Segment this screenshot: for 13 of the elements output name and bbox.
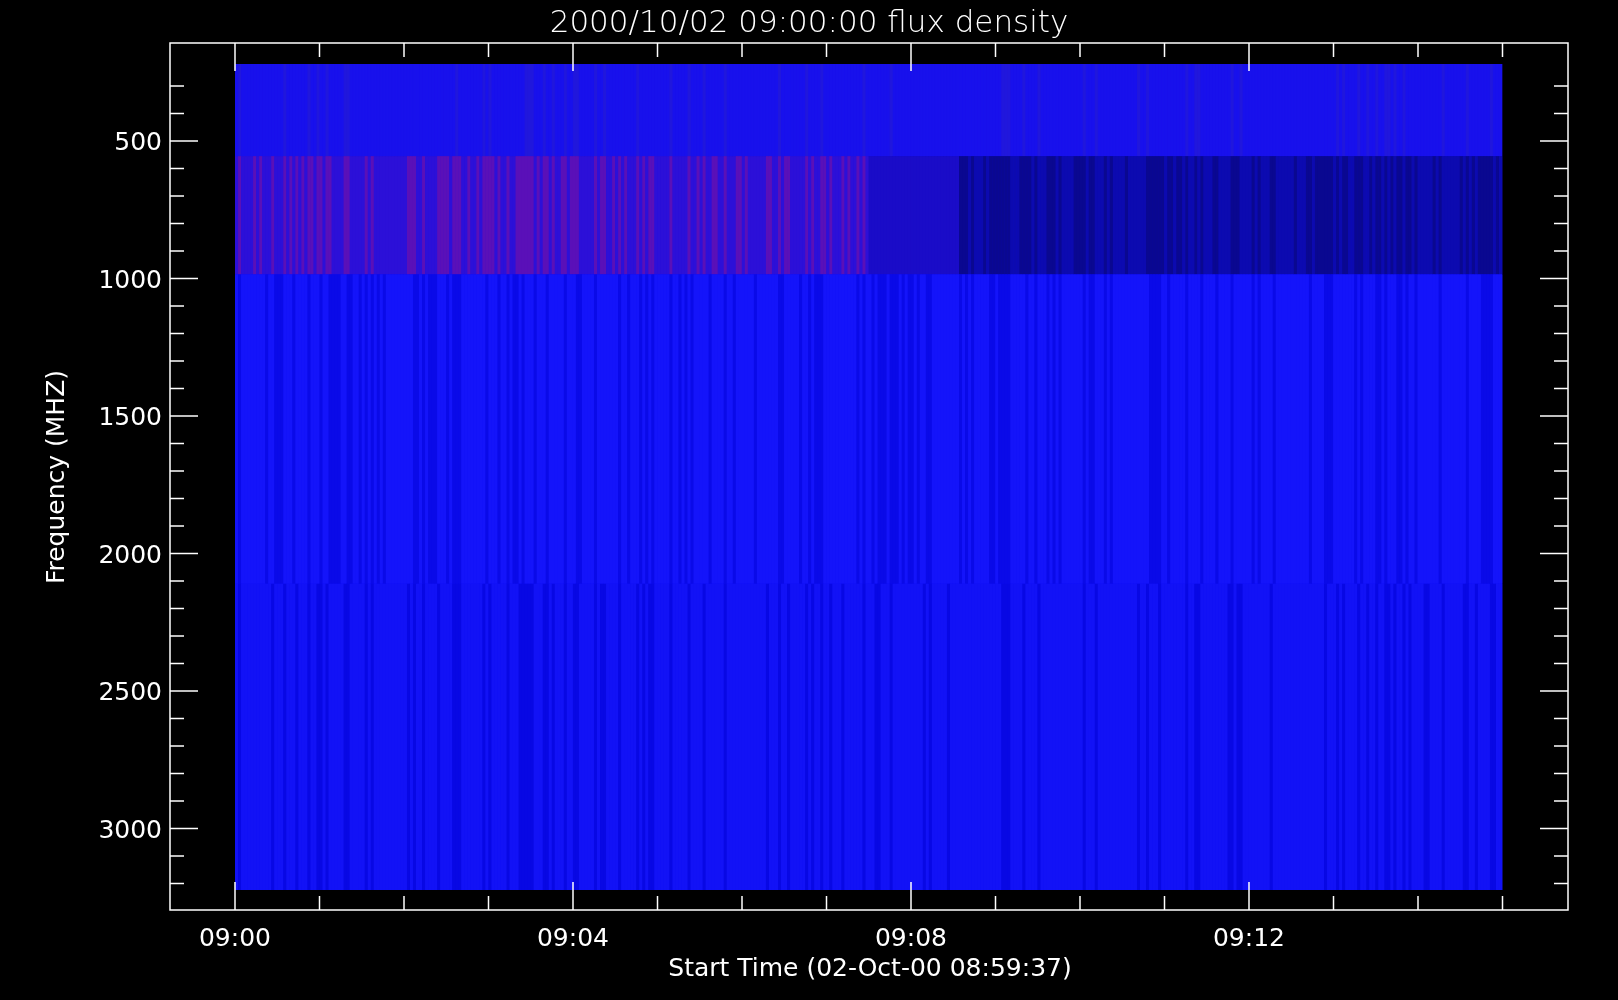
tick-label: 2000 bbox=[98, 539, 162, 569]
tick-label: 1000 bbox=[98, 264, 162, 294]
tick-label: 2500 bbox=[98, 677, 162, 706]
tick-label: 09:12 bbox=[1213, 923, 1285, 952]
tick-label: 1500 bbox=[98, 402, 162, 431]
axis-label: Frequency (MHZ) bbox=[41, 369, 70, 585]
tick-label: 09:00 bbox=[199, 923, 271, 952]
tick-label: 09:08 bbox=[875, 923, 947, 952]
tick-label: 500 bbox=[114, 127, 162, 156]
tick-label: 09:04 bbox=[537, 923, 609, 952]
axis-label: Start Time (02-Oct-00 08:59:37) bbox=[668, 953, 1072, 982]
tick-label: 3000 bbox=[98, 814, 162, 844]
chart-title: 2000/10/02 09:00:00 flux density bbox=[549, 3, 1069, 39]
